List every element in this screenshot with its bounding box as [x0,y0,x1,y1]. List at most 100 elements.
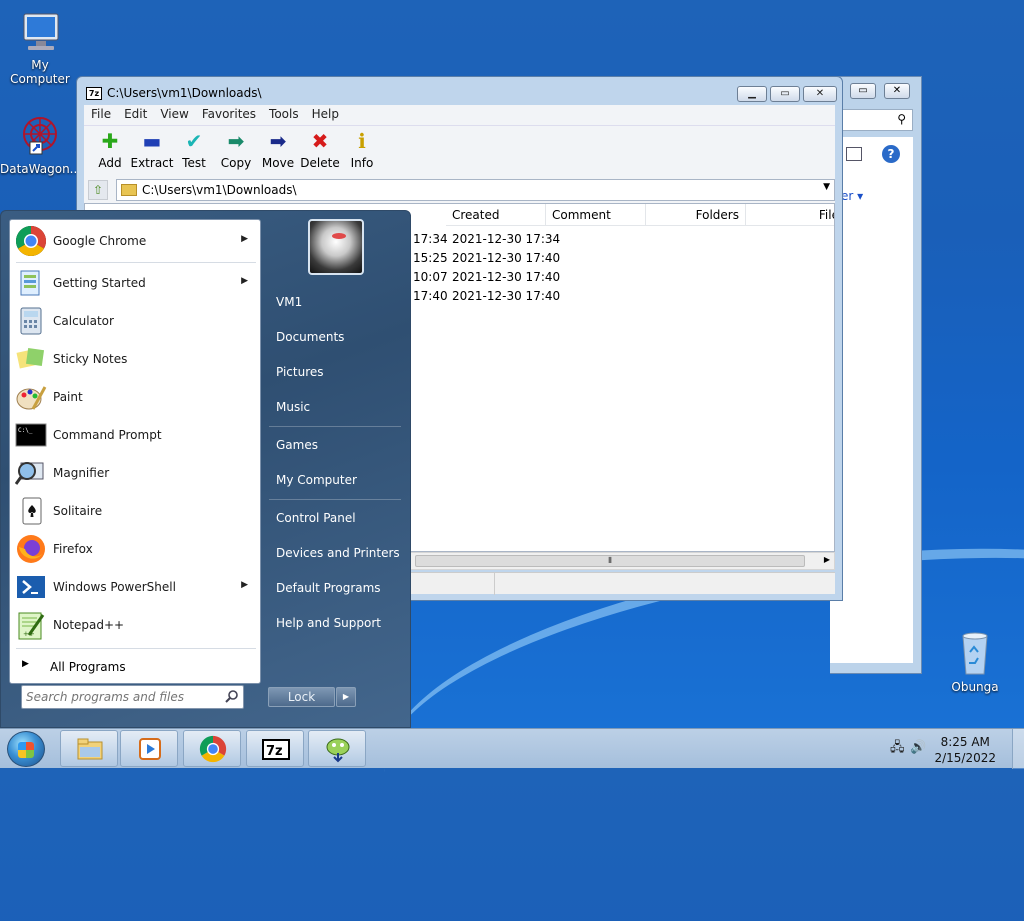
network-icon[interactable]: 🖧 [890,741,905,755]
close-button[interactable]: ✕ [803,86,837,102]
desktop-icon-my-computer[interactable]: My Computer [0,8,80,86]
add-button[interactable]: ✚ Add [88,130,132,170]
explorer-window-background[interactable]: ▭ ✕ ⚲ ? lder ▾ [830,76,922,674]
solitaire-icon [15,495,47,527]
user-picture[interactable] [308,219,364,275]
double-arrow-icon: ➡ [227,129,245,153]
show-desktop-button[interactable] [1012,729,1024,769]
program-notepadpp[interactable]: ++ Notepad++ [12,606,258,644]
menu-tools[interactable]: Tools [262,105,305,121]
menu-view[interactable]: View [153,105,194,121]
program-google-chrome[interactable]: Google Chrome ▶ [12,222,258,260]
desktop-icon-recycle-bin[interactable]: Obunga [935,630,1015,694]
start-link-music[interactable]: Music [276,400,310,414]
menu-edit[interactable]: Edit [117,105,153,121]
program-windows-powershell[interactable]: Windows PowerShell ▶ [12,568,258,606]
restore-button[interactable]: ▭ [850,83,876,99]
menu-file[interactable]: File [84,105,117,121]
chevron-down-icon[interactable]: ▼ [823,182,830,192]
table-row[interactable]: 10:07 2021-12-30 17:40 [413,270,834,288]
help-icon[interactable]: ? [882,145,900,163]
all-programs-button[interactable]: ▶ All Programs [12,651,258,681]
search-input[interactable] [26,689,216,705]
info-button[interactable]: ℹ Info [340,130,384,170]
start-link-help-support[interactable]: Help and Support [276,616,381,630]
calculator-icon [15,305,47,337]
cell-created: 2021-12-30 17:40 [452,289,561,303]
delete-button[interactable]: ✖ Delete [298,130,342,170]
start-link-games[interactable]: Games [276,438,318,452]
taskbar-chrome[interactable] [183,730,241,767]
cell-modified: 17:40 [413,289,448,303]
desktop-icon-label: DataWagon... [0,162,82,176]
scroll-right-icon[interactable]: ▶ [824,555,830,564]
cell-created: 2021-12-30 17:34 [452,232,561,246]
start-link-control-panel[interactable]: Control Panel [276,511,356,525]
volume-icon[interactable]: 🔊 [910,741,926,755]
start-link-vm1[interactable]: VM1 [276,295,302,309]
taskbar-7zip[interactable]: 7z [246,730,304,767]
program-sticky-notes[interactable]: Sticky Notes [12,340,258,378]
system-tray: 🖧 🔊 8:25 AM 2/15/2022 [884,729,1024,769]
media-player-icon [139,738,161,760]
maximize-button[interactable]: ▭ [770,86,800,102]
shutdown-options-chevron-icon[interactable]: ▶ [336,687,356,707]
column-header-created[interactable]: Created [446,204,546,226]
preview-pane-icon[interactable] [846,147,862,161]
address-field[interactable]: C:\Users\vm1\Downloads\ ▼ [116,179,835,201]
program-label: Google Chrome [53,234,147,248]
desktop-icon-datawagon[interactable]: DataWagon... [0,112,82,176]
close-button[interactable]: ✕ [884,83,910,99]
minimize-button[interactable]: ▁ [737,86,767,102]
column-header-comment[interactable]: Comment [546,204,646,226]
column-header-folders[interactable]: Folders [646,204,746,226]
extract-button[interactable]: ▬ Extract [130,130,174,170]
title-bar[interactable]: 7z C:\Users\vm1\Downloads\ ▁ ▭ ✕ [77,77,842,107]
start-link-documents[interactable]: Documents [276,330,344,344]
svg-text:++: ++ [23,630,35,638]
taskbar-file-explorer[interactable] [60,730,118,767]
taskbar-media-player[interactable] [120,730,178,767]
x-icon: ✖ [311,129,329,153]
datawagon-icon [16,112,64,160]
start-link-my-computer[interactable]: My Computer [276,473,357,487]
start-button[interactable] [7,731,45,767]
move-button[interactable]: ➡ Move [256,130,300,170]
program-label: Sticky Notes [53,352,128,366]
table-row[interactable]: 15:25 2021-12-30 17:40 [413,251,834,269]
program-getting-started[interactable]: Getting Started ▶ [12,264,258,302]
program-firefox[interactable]: Firefox [12,530,258,568]
table-row[interactable]: 17:34 2021-12-30 17:34 [413,232,834,250]
up-folder-icon[interactable]: ⇧ [88,180,108,200]
program-magnifier[interactable]: Magnifier [12,454,258,492]
column-header-file[interactable]: File [746,204,834,226]
taskbar-notepadpp[interactable] [308,730,366,767]
start-link-pictures[interactable]: Pictures [276,365,324,379]
start-search-box[interactable] [21,685,244,709]
separator [16,648,256,649]
program-paint[interactable]: Paint [12,378,258,416]
start-menu: Google Chrome ▶ Getting Started ▶ Calcul… [0,210,411,728]
program-label: Getting Started [53,276,146,290]
getting-started-icon [15,267,47,299]
firefox-icon [15,533,47,565]
menu-help[interactable]: Help [305,105,345,121]
start-link-default-programs[interactable]: Default Programs [276,581,381,595]
menu-favorites[interactable]: Favorites [195,105,262,121]
test-button[interactable]: ✔ Test [172,130,216,170]
scrollbar-thumb[interactable]: ⦀ [415,555,805,567]
program-calculator[interactable]: Calculator [12,302,258,340]
minus-icon: ▬ [142,129,162,153]
clock[interactable]: 8:25 AM 2/15/2022 [934,734,996,766]
chevron-right-icon: ▶ [241,580,248,590]
copy-button[interactable]: ➡ Copy [214,130,258,170]
desktop-icon-label: My Computer [10,58,70,86]
svg-text:C:\_: C:\_ [18,427,33,434]
program-command-prompt[interactable]: C:\_ Command Prompt [12,416,258,454]
start-link-devices-printers[interactable]: Devices and Printers [276,546,400,560]
lock-button[interactable]: Lock [268,687,335,707]
program-label: Firefox [53,542,93,556]
program-solitaire[interactable]: Solitaire [12,492,258,530]
table-row[interactable]: 17:40 2021-12-30 17:40 [413,289,834,307]
chevron-right-icon: ▶ [241,276,248,286]
